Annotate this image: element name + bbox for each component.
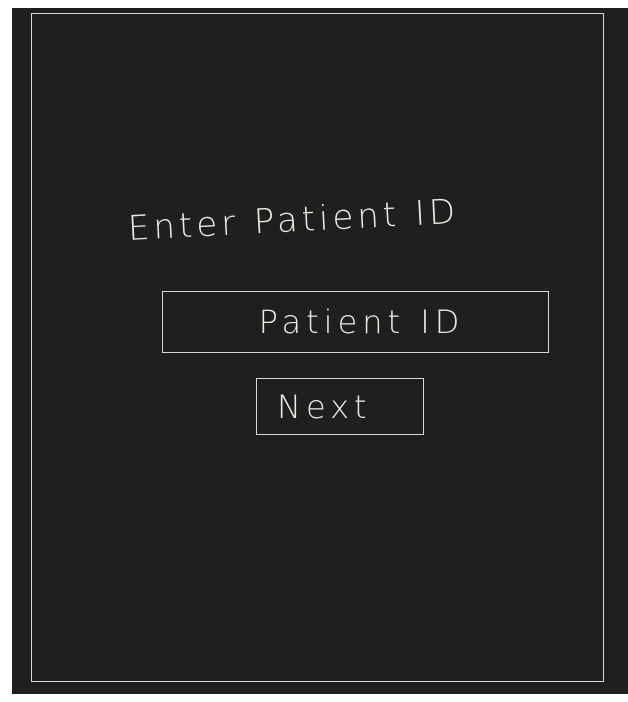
next-button-label: Next bbox=[277, 387, 372, 426]
app-screen: Enter Patient ID Patient ID Next bbox=[12, 8, 628, 694]
phone-frame: Enter Patient ID Patient ID Next bbox=[31, 13, 604, 682]
enter-patient-id-heading: Enter Patient ID bbox=[126, 191, 461, 249]
patient-id-input[interactable]: Patient ID bbox=[162, 291, 549, 353]
next-button[interactable]: Next bbox=[256, 378, 424, 435]
patient-id-placeholder: Patient ID bbox=[258, 303, 465, 341]
